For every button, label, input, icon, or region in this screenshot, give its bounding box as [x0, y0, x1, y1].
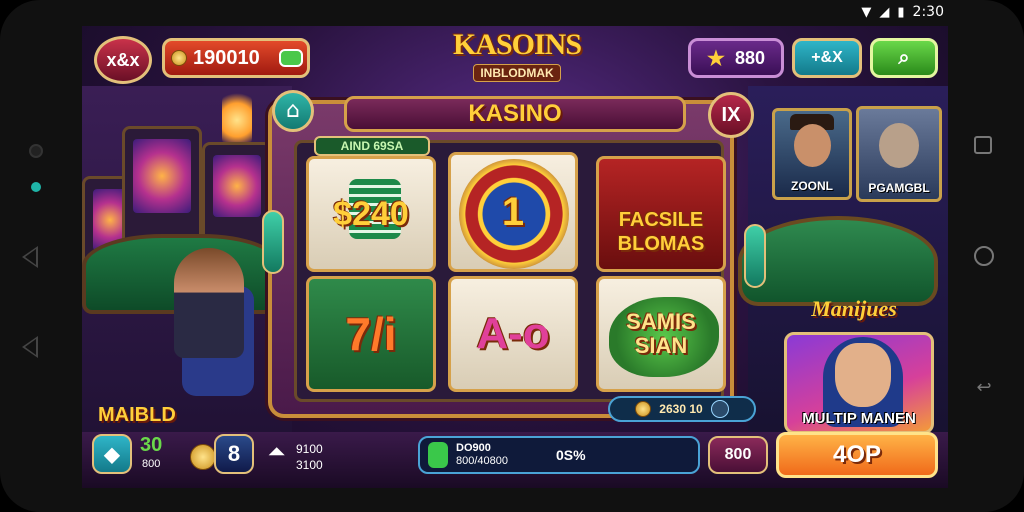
reel-cell[interactable]: FACSILE BLOMAS [596, 156, 726, 272]
home-button[interactable] [974, 246, 994, 266]
reel-cell[interactable]: SAMIS SIAN [596, 276, 726, 392]
character-portrait[interactable]: PGAMGBL [856, 106, 942, 202]
coin-icon [635, 401, 652, 417]
camera-icon [29, 144, 43, 158]
menu-button[interactable]: ◆ [92, 434, 132, 474]
reel-cell[interactable]: A-o [448, 276, 578, 392]
back-button[interactable]: ↩ [974, 378, 994, 398]
bet-button[interactable]: 800 [708, 436, 768, 474]
back-nav-icon-2[interactable] [22, 336, 38, 358]
gems-counter[interactable]: ★ 880 [688, 38, 784, 78]
right-tab-handle[interactable] [744, 224, 766, 288]
portrait-label: ZOONL [791, 179, 833, 193]
portrait-label: PGAMGBL [868, 181, 930, 195]
level-sub: 800 [142, 458, 161, 470]
upgrade-icon [428, 442, 448, 468]
search-button[interactable]: ⌕ [870, 38, 938, 78]
poker-table-right [738, 216, 938, 306]
game-logo: KASOINS INBLODMAK [452, 28, 582, 82]
settings-icon[interactable] [710, 400, 729, 418]
signal-icon: ◢ [879, 4, 890, 20]
left-tab-handle[interactable] [262, 210, 284, 274]
stat-2: 3100 [296, 458, 323, 472]
friends-button[interactable]: +&X [792, 38, 862, 78]
system-nav-bar: ↩ [944, 0, 1024, 512]
status-time: 2:30 [912, 4, 944, 20]
star-icon: ★ [707, 47, 725, 70]
stat-1: 9100 [296, 442, 323, 456]
add-coins-icon[interactable] [279, 49, 303, 67]
coin-icon [190, 444, 216, 470]
character-portrait[interactable]: ZOONL [772, 108, 852, 200]
reel-cell[interactable]: 7/i [306, 276, 436, 392]
home-icon[interactable]: ⌂ [272, 90, 314, 132]
player-name: MAIBLD [98, 404, 176, 426]
wifi-icon: ▼ [861, 4, 872, 20]
lamp-icon [222, 90, 252, 150]
battery-icon: ▮ [897, 4, 905, 20]
jackpot-bar[interactable]: DO900 800/40800 0S% [418, 436, 700, 474]
panel-title: KASINO [344, 96, 686, 132]
reel-cell[interactable]: $240 [306, 156, 436, 272]
sensor-light-icon [31, 182, 41, 192]
status-bar: ▼ ◢ ▮ 2:30 [82, 0, 944, 26]
reel-win-display: 2630 10 [608, 396, 756, 422]
promo-title: Manijues [811, 296, 897, 321]
diamond-icon: ◆ [104, 443, 120, 466]
coin-balance[interactable]: 190010 [162, 38, 310, 78]
bonus-tag: AIND 69SA [314, 136, 430, 156]
balance-value: 190010 [193, 46, 260, 69]
player-character [174, 248, 244, 358]
back-nav-icon[interactable] [22, 246, 38, 268]
chart-icon: ⏶ [268, 440, 286, 465]
coin-icon [171, 50, 187, 66]
left-bezel [0, 0, 82, 512]
player-level: 30 [140, 434, 163, 456]
search-icon: ⌕ [898, 46, 910, 69]
profile-badge[interactable]: x&x [94, 36, 152, 84]
play-button[interactable]: 4OP [776, 432, 938, 478]
recents-button[interactable] [974, 136, 992, 154]
reel-cell[interactable]: 1 [448, 152, 578, 272]
close-button[interactable]: IX [708, 92, 754, 138]
promo-label: MULTIP MANEN [802, 410, 916, 427]
count-badge[interactable]: 8 [214, 434, 254, 474]
